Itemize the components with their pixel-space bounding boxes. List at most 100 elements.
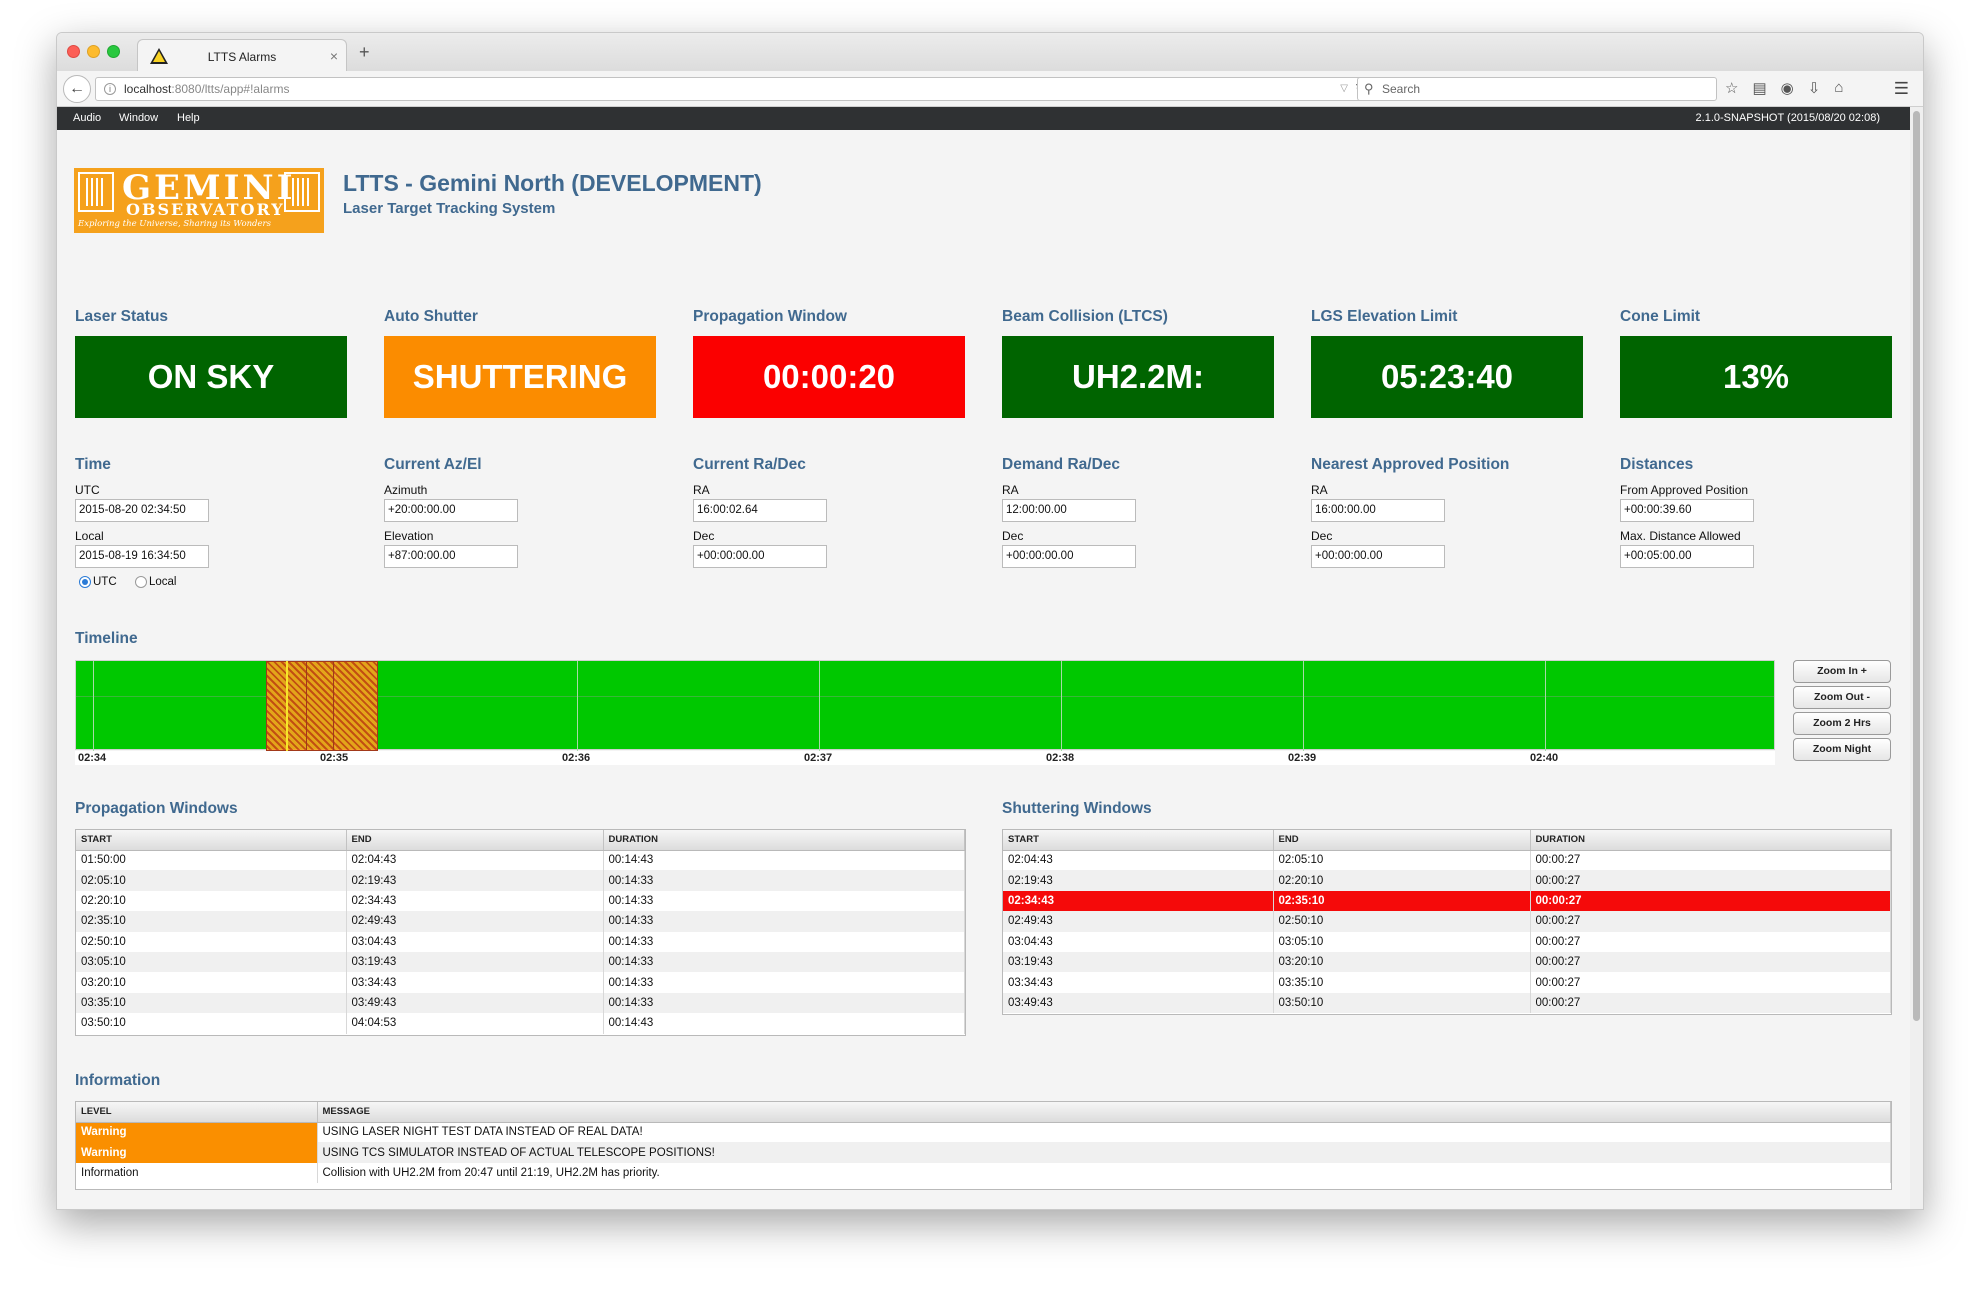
nearest-dec-label: Dec bbox=[1311, 529, 1333, 543]
bookmark-star-icon[interactable]: ☆ bbox=[1725, 79, 1738, 97]
column-header[interactable]: START bbox=[76, 830, 347, 851]
table-row[interactable]: 02:35:10 02:49:43 00:14:33 bbox=[76, 911, 965, 932]
home-icon[interactable]: ⌂ bbox=[1834, 79, 1843, 97]
radio-local-dot[interactable] bbox=[135, 576, 147, 588]
table-cell: 03:34:43 bbox=[346, 972, 604, 993]
table-row[interactable]: 01:50:00 02:04:43 00:14:43 bbox=[76, 850, 965, 871]
pocket-icon[interactable]: ◉ bbox=[1781, 79, 1794, 97]
reading-list-icon[interactable]: ▤ bbox=[1752, 79, 1766, 97]
table-cell: 00:14:43 bbox=[603, 1013, 965, 1034]
beam-collision-box: UH2.2M: bbox=[1002, 336, 1274, 418]
current-azel-heading: Current Az/El bbox=[384, 456, 482, 473]
url-dropdown-icon[interactable]: ▽ bbox=[1340, 78, 1348, 100]
nearest-ra-field[interactable]: 16:00:00.00 bbox=[1311, 499, 1445, 522]
table-row[interactable]: Warning USING TCS SIMULATOR INSTEAD OF AC… bbox=[76, 1142, 1891, 1163]
table-row[interactable]: 02:04:43 02:05:10 00:00:27 bbox=[1003, 850, 1891, 871]
table-cell: 02:35:10 bbox=[1273, 890, 1531, 912]
laser-status-box: ON SKY bbox=[75, 336, 347, 418]
table-row[interactable]: 03:20:10 03:34:43 00:14:33 bbox=[76, 972, 965, 993]
table-cell: 00:14:33 bbox=[603, 992, 965, 1014]
demand-ra-field[interactable]: 12:00:00.00 bbox=[1002, 499, 1136, 522]
toolbar-icons: ☆ ▤ ◉ ⇩ ⌂ bbox=[1725, 79, 1843, 97]
table-row[interactable]: 03:49:43 03:50:10 00:00:27 bbox=[1003, 992, 1891, 1014]
zoom-out-button[interactable]: Zoom Out - bbox=[1793, 686, 1891, 709]
demand-ra-label: RA bbox=[1002, 483, 1019, 497]
zoom-2hrs-button[interactable]: Zoom 2 Hrs bbox=[1793, 712, 1891, 735]
table-row[interactable]: 02:19:43 02:20:10 00:00:27 bbox=[1003, 870, 1891, 891]
url-path: :8080/ltts/app#!alarms bbox=[171, 82, 290, 96]
column-header[interactable]: END bbox=[346, 830, 604, 851]
azimuth-field[interactable]: +20:00:00.00 bbox=[384, 499, 518, 522]
table-cell: 02:49:43 bbox=[1003, 911, 1274, 932]
column-header[interactable]: END bbox=[1273, 830, 1531, 851]
title-bar: LTTS Alarms × + bbox=[57, 33, 1923, 72]
from-approved-field[interactable]: +00:00:39.60 bbox=[1620, 499, 1754, 522]
menu-audio[interactable]: Audio bbox=[73, 107, 101, 130]
column-header[interactable]: DURATION bbox=[603, 830, 965, 851]
menu-icon[interactable]: ☰ bbox=[1894, 79, 1909, 99]
browser-tab[interactable]: LTTS Alarms × bbox=[137, 39, 347, 72]
table-row[interactable]: 03:34:43 03:35:10 00:00:27 bbox=[1003, 972, 1891, 993]
max-distance-field[interactable]: +00:05:00.00 bbox=[1620, 545, 1754, 568]
radio-local[interactable]: Local bbox=[135, 576, 177, 588]
table-cell: 00:00:27 bbox=[1530, 951, 1891, 973]
close-window-button[interactable] bbox=[67, 45, 80, 58]
table-cell: 03:20:10 bbox=[1273, 951, 1531, 973]
table-row[interactable]: 03:19:43 03:20:10 00:00:27 bbox=[1003, 951, 1891, 973]
table-row[interactable]: 02:49:43 02:50:10 00:00:27 bbox=[1003, 911, 1891, 932]
back-button[interactable]: ← bbox=[63, 75, 91, 103]
new-tab-button[interactable]: + bbox=[359, 42, 370, 63]
logo-tagline: Exploring the Universe, Sharing its Wond… bbox=[78, 219, 271, 229]
table-cell: 02:35:10 bbox=[76, 911, 347, 932]
table-cell: 02:20:10 bbox=[1273, 870, 1531, 891]
menu-window[interactable]: Window bbox=[119, 107, 158, 130]
zoom-night-button[interactable]: Zoom Night bbox=[1793, 738, 1891, 761]
zoom-window-button[interactable] bbox=[107, 45, 120, 58]
table-row[interactable]: Information Collision with UH2.2M from 20… bbox=[76, 1162, 1891, 1184]
column-header[interactable]: DURATION bbox=[1530, 830, 1891, 851]
table-row[interactable]: 02:20:10 02:34:43 00:14:33 bbox=[76, 890, 965, 912]
table-row[interactable]: 03:35:10 03:49:43 00:14:33 bbox=[76, 992, 965, 1014]
timeline-chart[interactable] bbox=[75, 660, 1775, 751]
radio-utc-dot[interactable] bbox=[79, 576, 91, 588]
elevation-field[interactable]: +87:00:00.00 bbox=[384, 545, 518, 568]
table-row[interactable]: Warning USING LASER NIGHT TEST DATA INSTE… bbox=[76, 1122, 1891, 1143]
column-header[interactable]: MESSAGE bbox=[317, 1102, 1891, 1123]
zoom-in-button[interactable]: Zoom In + bbox=[1793, 660, 1891, 683]
radio-utc[interactable]: UTC bbox=[79, 576, 117, 588]
distances-heading: Distances bbox=[1620, 456, 1694, 473]
table-cell: Information bbox=[76, 1162, 318, 1184]
local-field[interactable]: 2015-08-19 16:34:50 bbox=[75, 545, 209, 568]
radio-utc-label: UTC bbox=[93, 576, 117, 588]
nearest-dec-field[interactable]: +00:00:00.00 bbox=[1311, 545, 1445, 568]
table-row[interactable]: 03:05:10 03:19:43 00:14:33 bbox=[76, 951, 965, 973]
table-row[interactable]: 03:50:10 04:04:53 00:14:43 bbox=[76, 1013, 965, 1034]
tab-close-icon[interactable]: × bbox=[330, 48, 338, 64]
search-input[interactable]: ⚲ Search bbox=[1357, 77, 1717, 101]
table-row[interactable]: 02:50:10 03:04:43 00:14:33 bbox=[76, 931, 965, 952]
logo-sub: OBSERVATORY bbox=[126, 200, 285, 219]
current-dec-field[interactable]: +00:00:00.00 bbox=[693, 545, 827, 568]
table-cell: 03:19:43 bbox=[1003, 951, 1274, 973]
timeline-gridline bbox=[577, 661, 578, 751]
table-cell: 03:19:43 bbox=[346, 951, 604, 973]
active-shutter-row[interactable]: 02:34:43 02:35:10 00:00:27 bbox=[1003, 890, 1891, 912]
table-row[interactable]: 02:05:10 02:19:43 00:14:33 bbox=[76, 870, 965, 891]
column-header[interactable]: LEVEL bbox=[76, 1102, 318, 1123]
menu-help[interactable]: Help bbox=[177, 107, 200, 130]
demand-dec-field[interactable]: +00:00:00.00 bbox=[1002, 545, 1136, 568]
minimize-window-button[interactable] bbox=[87, 45, 100, 58]
current-ra-field[interactable]: 16:00:02.64 bbox=[693, 499, 827, 522]
site-info-icon[interactable]: i bbox=[104, 83, 116, 95]
download-icon[interactable]: ⇩ bbox=[1808, 79, 1821, 97]
scrollbar-thumb[interactable] bbox=[1913, 111, 1920, 1021]
demand-radec-heading: Demand Ra/Dec bbox=[1002, 456, 1121, 473]
browser-window: LTTS Alarms × + ← i localhost:8080/ltts/… bbox=[56, 32, 1924, 1210]
url-bar[interactable]: i localhost:8080/ltts/app#!alarms ▽ ↻ bbox=[95, 77, 1377, 101]
propagation-window-box: 00:00:20 bbox=[693, 336, 965, 418]
table-cell: 01:50:00 bbox=[76, 850, 347, 871]
table-cell: 03:35:10 bbox=[76, 992, 347, 1014]
table-row[interactable]: 03:04:43 03:05:10 00:00:27 bbox=[1003, 931, 1891, 952]
column-header[interactable]: START bbox=[1003, 830, 1274, 851]
utc-field[interactable]: 2015-08-20 02:34:50 bbox=[75, 499, 209, 522]
